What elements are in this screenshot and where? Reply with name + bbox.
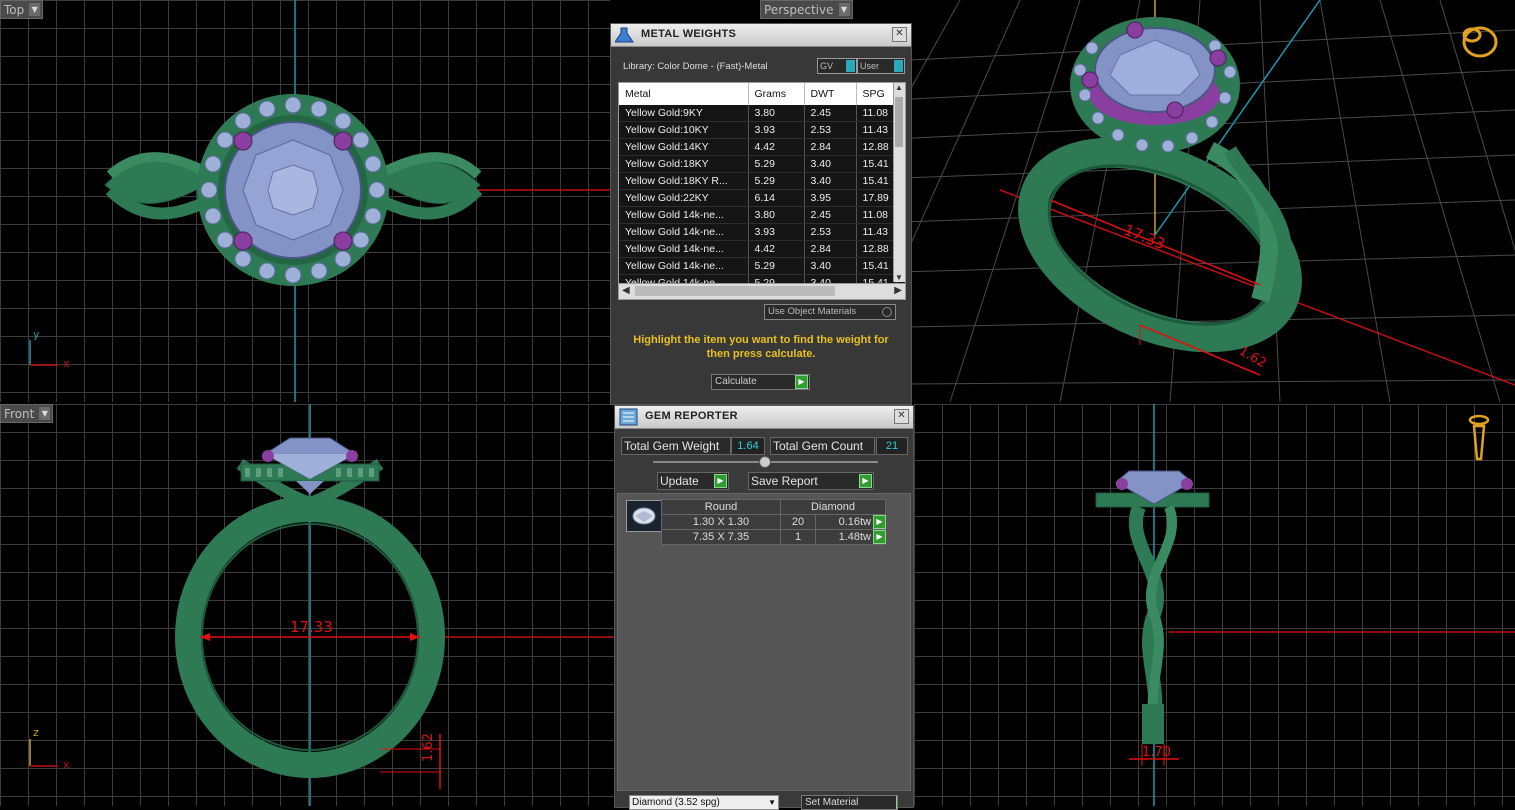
scroll-down-icon[interactable]: ▼ — [895, 273, 903, 282]
viewport-label-front[interactable]: Front ▼ — [0, 404, 54, 423]
axis-label-z: z — [33, 726, 39, 739]
update-button[interactable]: Update ▶ — [657, 472, 729, 490]
column-header[interactable]: Metal — [619, 83, 749, 105]
table-row[interactable]: Yellow Gold:9KY 3.80 2.45 11.08 — [619, 105, 897, 122]
table-header: Metal Grams DWT SPG — [619, 83, 897, 105]
column-header: Diamond — [780, 499, 886, 515]
dimension-label: 17.33 — [290, 618, 333, 636]
table-row[interactable]: Yellow Gold:14KY 4.42 2.84 12.88 — [619, 138, 897, 156]
calculate-button[interactable]: Calculate ▶ — [711, 374, 810, 390]
scrollbar-thumb[interactable] — [895, 97, 903, 147]
column-header[interactable]: DWT — [804, 83, 857, 105]
arrow-right-icon: ▶ — [859, 474, 872, 488]
table-row[interactable]: Yellow Gold:10KY 3.93 2.53 11.43 — [619, 121, 897, 139]
user-toggle[interactable]: User — [857, 58, 905, 74]
round-gem-icon — [627, 501, 661, 531]
total-gem-weight-value: 1.64 — [731, 437, 765, 455]
axis-label-x: x — [63, 357, 70, 370]
column-header: Round — [661, 499, 781, 515]
metal-weights-titlebar[interactable]: METAL WEIGHTS ✕ — [611, 24, 911, 47]
close-icon[interactable]: ✕ — [892, 27, 907, 42]
axis-label-x: x — [63, 758, 70, 771]
table-row[interactable]: Yellow Gold 14k-ne...5.293.4015.41 — [619, 257, 897, 275]
chevron-down-icon[interactable]: ▼ — [39, 407, 51, 420]
table-row[interactable]: 1.30 X 1.30 20 0.16tw ▶ — [661, 514, 886, 530]
metal-table: Metal Grams DWT SPG Yellow Gold:9KY 3.80 2… — [619, 83, 897, 292]
gem-reporter-titlebar[interactable]: GEM REPORTER ✕ — [615, 406, 913, 429]
gem-reporter-panel: GEM REPORTER ✕ Total Gem Weight 1.64 Tot… — [614, 405, 914, 810]
chevron-down-icon[interactable]: ▼ — [838, 3, 850, 16]
column-header[interactable]: SPG — [856, 83, 897, 105]
dimension-label: 1.70 — [1142, 745, 1171, 760]
set-material-button[interactable]: Set Material▶ — [801, 795, 898, 810]
instruction-text: Highlight the item you want to find the … — [633, 334, 889, 360]
table-row[interactable]: Yellow Gold 14k-ne... 3.93 2.53 11.43 — [619, 223, 897, 241]
scroll-up-icon[interactable]: ▲ — [895, 83, 903, 92]
scroll-right-icon[interactable]: ▶ — [894, 285, 902, 296]
side-view-model — [1095, 404, 1515, 806]
front-view-model — [29, 404, 614, 806]
vertical-scrollbar[interactable]: ▲ ▼ — [893, 83, 905, 282]
viewport-label-perspective[interactable]: Perspective ▼ — [760, 0, 853, 19]
flask-icon — [615, 27, 634, 43]
arrow-right-icon: ▶ — [795, 375, 808, 389]
gv-toggle[interactable]: GV — [817, 58, 857, 74]
panel-title: METAL WEIGHTS — [641, 28, 737, 40]
chevron-down-icon[interactable]: ▼ — [29, 3, 41, 16]
table-row[interactable]: 7.35 X 7.35 1 1.48tw ▶ — [661, 529, 886, 545]
top-view-model — [29, 0, 610, 402]
table-row[interactable]: Yellow Gold:18KY R... 5.29 3.40 15.41 — [619, 172, 897, 190]
close-icon[interactable]: ✕ — [894, 409, 909, 424]
viewport-top[interactable]: Top ▼ y x — [0, 0, 610, 402]
arrow-right-icon[interactable]: ▶ — [873, 530, 886, 544]
table-row[interactable]: Yellow Gold:22KY 6.14 3.95 17.89 — [619, 189, 897, 207]
table-row[interactable]: Yellow Gold 14k-ne... 3.80 2.45 11.08 — [619, 206, 897, 224]
horizontal-scrollbar[interactable]: ◀ ▶ — [619, 283, 905, 299]
dimension-label: 1.62 — [420, 733, 436, 762]
axis-label-y: y — [33, 328, 40, 341]
viewport-label-top[interactable]: Top ▼ — [0, 0, 44, 19]
arrow-right-icon[interactable]: ▶ — [873, 515, 886, 529]
gem-table: Round Diamond 1.30 X 1.30 20 0.16tw ▶ 7.3… — [661, 499, 886, 545]
arrow-right-icon: ▶ — [896, 796, 897, 809]
report-icon — [619, 408, 638, 426]
total-gem-count-label: Total Gem Count — [770, 437, 875, 455]
table-row[interactable]: Yellow Gold:18KY 5.29 3.40 15.41 — [619, 155, 897, 173]
slider-handle[interactable] — [759, 456, 771, 468]
total-gem-weight-label: Total Gem Weight — [621, 437, 731, 455]
gem-list-area: Round Diamond 1.30 X 1.30 20 0.16tw ▶ 7.3… — [617, 493, 911, 791]
scrollbar-thumb[interactable] — [635, 286, 835, 296]
metal-table-container: Metal Grams DWT SPG Yellow Gold:9KY 3.80 2… — [618, 82, 906, 300]
total-gem-count-value: 21 — [876, 437, 908, 455]
material-select[interactable]: Diamond (3.52 spg) ▼ — [629, 795, 779, 810]
table-row[interactable]: Yellow Gold 14k-ne... 4.42 2.84 12.88 — [619, 240, 897, 258]
radio-icon — [882, 307, 892, 317]
gem-thumbnail[interactable] — [626, 500, 662, 532]
viewport-right[interactable]: 1.70 — [914, 404, 1515, 806]
arrow-right-icon: ▶ — [714, 474, 727, 488]
viewport-front[interactable]: Front ▼ 17.33 1.62 z x — [0, 404, 614, 806]
chevron-down-icon: ▼ — [768, 798, 776, 807]
column-header[interactable]: Grams — [748, 83, 805, 105]
save-report-button[interactable]: Save Report ▶ — [748, 472, 874, 490]
panel-title: GEM REPORTER — [645, 410, 738, 422]
use-object-materials-toggle[interactable]: Use Object Materials — [764, 304, 896, 320]
metal-weights-panel: METAL WEIGHTS ✕ Library: Color Dome - (F… — [610, 23, 912, 405]
scroll-left-icon[interactable]: ◀ — [622, 285, 630, 296]
gem-table-header: Round Diamond — [661, 499, 886, 515]
library-label: Library: Color Dome - (Fast)-Metal — [623, 61, 768, 72]
